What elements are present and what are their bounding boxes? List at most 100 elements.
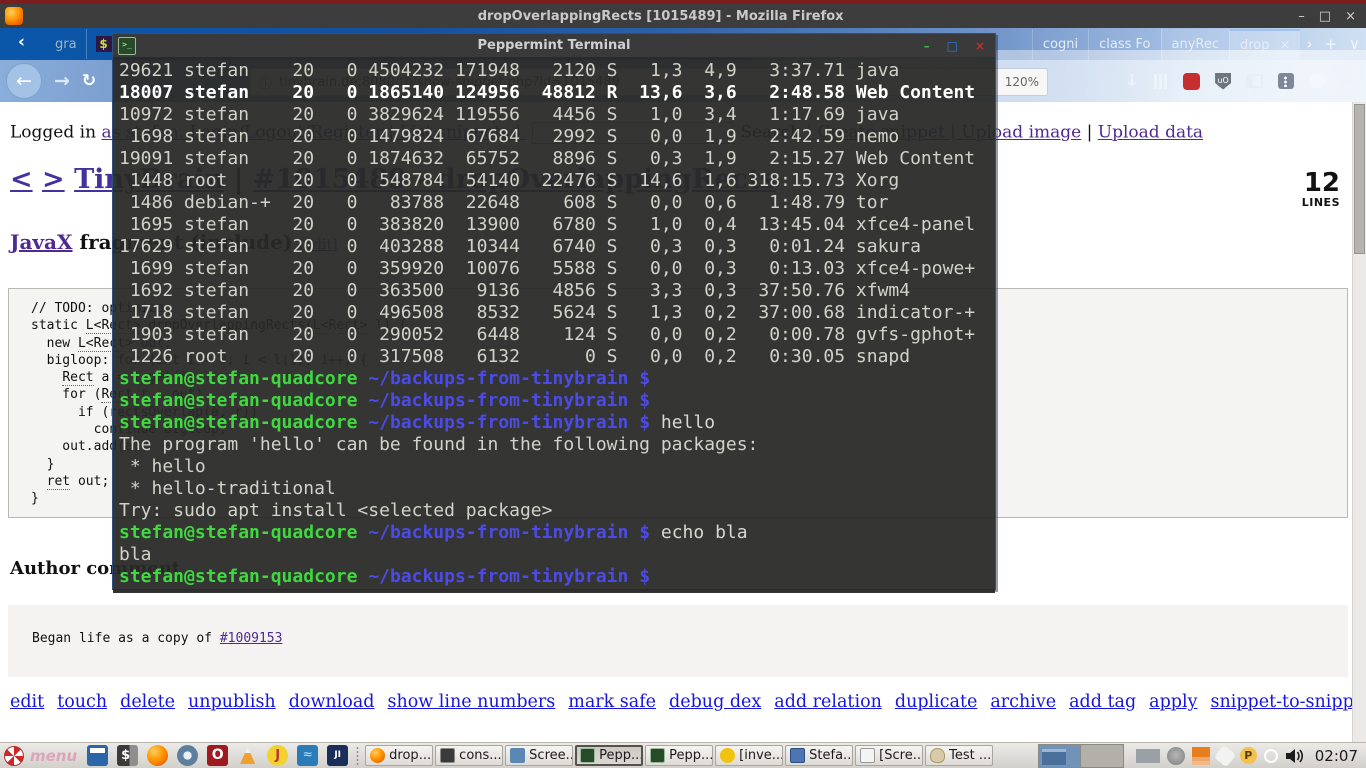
action-link-show-line-numbers[interactable]: show line numbers xyxy=(387,692,555,712)
volume-icon[interactable] xyxy=(1285,748,1305,764)
action-link-edit[interactable]: edit xyxy=(10,692,44,712)
top-process-row: 18007 stefan 20 0 1865140 124956 48812 R… xyxy=(119,82,995,104)
prev-snippet-link[interactable]: < xyxy=(10,164,33,195)
action-link-touch[interactable]: touch xyxy=(57,692,107,712)
next-snippet-link[interactable]: > xyxy=(42,164,65,195)
close-icon[interactable]: × xyxy=(1345,9,1356,24)
shell-output-line: The program 'hello' can be found in the … xyxy=(119,434,995,456)
shell-output-line: bla xyxy=(119,544,995,566)
library-icon[interactable] xyxy=(1154,74,1168,89)
terminal-close-icon[interactable]: × xyxy=(975,39,985,53)
action-link-archive[interactable]: archive xyxy=(990,692,1056,712)
screenshot-launcher-icon[interactable] xyxy=(87,745,108,766)
terminal-dollar-launcher-icon[interactable]: $ xyxy=(117,745,138,766)
workspace-2[interactable] xyxy=(1081,745,1123,767)
reload-button[interactable]: ↻ xyxy=(82,71,96,91)
opera-launcher-icon[interactable]: O xyxy=(207,745,228,766)
code-token-link[interactable]: Rect xyxy=(62,370,93,386)
tray-circle-icon[interactable] xyxy=(1264,749,1278,763)
tab-drop[interactable]: drop× xyxy=(1229,29,1300,60)
action-link-mark-safe[interactable]: mark safe xyxy=(568,692,656,712)
intellij-launcher-icon[interactable]: JI xyxy=(327,745,348,766)
top-process-row: 17629 stefan 20 0 403288 10344 6740 S 0,… xyxy=(119,236,995,258)
tab-list-icon[interactable]: ∨ xyxy=(1343,35,1366,53)
java-launcher-icon[interactable]: J xyxy=(267,745,288,766)
tray-orange-icon[interactable] xyxy=(1192,747,1210,765)
extension-icon[interactable] xyxy=(1278,73,1294,89)
ublock-icon[interactable]: uO xyxy=(1215,73,1231,90)
tray-p-icon[interactable]: P xyxy=(1240,747,1257,764)
terminal-content[interactable]: 29621 stefan 20 0 4504232 171948 2120 S … xyxy=(113,57,995,593)
tab-anyRec[interactable]: anyRec xyxy=(1161,29,1230,60)
page-scrollbar[interactable] xyxy=(1352,102,1366,742)
zoom-level[interactable]: 120% xyxy=(1005,75,1039,89)
tab-gra[interactable]: gra xyxy=(46,29,86,59)
action-link-add-tag[interactable]: add tag xyxy=(1069,692,1136,712)
chromium-launcher-icon[interactable] xyxy=(177,745,198,766)
workspace-switcher[interactable] xyxy=(1038,744,1124,768)
shell-prompt-line: stefan@stefan-quadcore ~/backups-from-ti… xyxy=(119,566,995,588)
tray-plug-icon[interactable] xyxy=(1213,744,1236,767)
taskbar-window-Pepp[interactable]: Pepp... xyxy=(645,745,713,766)
scrollbar-thumb[interactable] xyxy=(1354,104,1365,254)
action-link-add-relation[interactable]: add relation xyxy=(774,692,882,712)
taskbar-window-Scre[interactable]: [Scre... xyxy=(855,745,923,766)
back-button[interactable]: ← xyxy=(6,63,42,99)
firefox-launcher-icon[interactable] xyxy=(147,745,168,766)
command-text: echo bla xyxy=(650,522,748,543)
tabs-right: cogniclass FoanyRecdrop×›+∨ xyxy=(1032,28,1366,60)
minimize-icon[interactable]: – xyxy=(1298,9,1305,24)
lines-count: 12 xyxy=(1302,170,1340,196)
waves-launcher-icon[interactable]: ≈ xyxy=(297,745,318,766)
top-process-row: 1903 stefan 20 0 290052 6448 124 S 0,0 0… xyxy=(119,324,995,346)
clock[interactable]: 02:07 xyxy=(1311,747,1366,765)
taskbar-window-Stefa[interactable]: Stefa... xyxy=(785,745,853,766)
top-process-row: 1698 stefan 20 0 1479824 67684 2992 S 0,… xyxy=(119,126,995,148)
author-comment-box: Began life as a copy of #1009153 xyxy=(8,605,1348,677)
abp-icon[interactable] xyxy=(1183,73,1200,90)
tab-overflow-icon[interactable]: › xyxy=(1300,35,1318,53)
javax-link[interactable]: JavaX xyxy=(10,230,73,254)
terminal-minimize-icon[interactable]: – xyxy=(924,39,930,53)
action-link-apply[interactable]: apply xyxy=(1149,692,1197,712)
taskbar: menu $OJ≈JI drop...cons...Scree...Pepp..… xyxy=(0,742,1366,768)
maximize-icon[interactable]: □ xyxy=(1319,9,1331,24)
taskbar-window-inve[interactable]: [inve... xyxy=(715,745,783,766)
menu-button[interactable]: menu xyxy=(0,744,87,768)
terminal-titlebar[interactable]: >_ Peppermint Terminal – □ × xyxy=(113,34,995,57)
upload-data-link[interactable]: Upload data xyxy=(1098,123,1203,143)
action-link-duplicate[interactable]: duplicate xyxy=(895,692,978,712)
new-tab-icon[interactable]: + xyxy=(1318,35,1343,53)
download-icon[interactable]: ↓ xyxy=(1125,71,1139,91)
copy-source-link[interactable]: #1009153 xyxy=(220,631,283,646)
prompt-symbol: $ xyxy=(639,522,650,543)
shell-output-line: * hello xyxy=(119,456,995,478)
action-link-unpublish[interactable]: unpublish xyxy=(188,692,276,712)
action-link-download[interactable]: download xyxy=(289,692,375,712)
prompt-symbol: $ xyxy=(639,566,650,587)
forward-button[interactable]: → xyxy=(54,70,70,92)
tray-cat-icon[interactable] xyxy=(1167,747,1185,765)
javacup-icon xyxy=(930,748,945,763)
code-token-link[interactable]: ret xyxy=(47,474,70,490)
action-link-snippet-to-snippet[interactable]: snippet-to-snippet xyxy=(1211,692,1366,712)
taskbar-window-Test[interactable]: Test ... xyxy=(925,745,993,766)
taskbar-window-cons[interactable]: cons... xyxy=(435,745,503,766)
tray-rect-icon[interactable] xyxy=(1136,749,1160,763)
chat-icon[interactable] xyxy=(1309,74,1325,88)
cone-launcher-icon[interactable] xyxy=(237,745,258,766)
taskbar-window-Pepp[interactable]: Pepp... xyxy=(575,745,643,766)
sidebar-icon[interactable] xyxy=(1246,74,1263,88)
taskbar-window-drop[interactable]: drop... xyxy=(365,745,433,766)
tab-close-icon[interactable]: × xyxy=(1280,38,1291,53)
action-link-delete[interactable]: delete xyxy=(120,692,175,712)
terminal-maximize-icon[interactable]: □ xyxy=(947,39,958,53)
tab-cogni[interactable]: cogni xyxy=(1032,29,1088,60)
menu-icon[interactable]: ≡ xyxy=(1340,74,1356,88)
window-button-label: Scree... xyxy=(529,748,573,763)
tab-class Fo[interactable]: class Fo xyxy=(1088,29,1160,60)
action-link-debug-dex[interactable]: debug dex xyxy=(669,692,761,712)
workspace-1[interactable] xyxy=(1039,745,1081,767)
taskbar-window-Scree[interactable]: Scree... xyxy=(505,745,573,766)
scroll-tabs-left-icon[interactable]: ‹ xyxy=(18,32,25,52)
